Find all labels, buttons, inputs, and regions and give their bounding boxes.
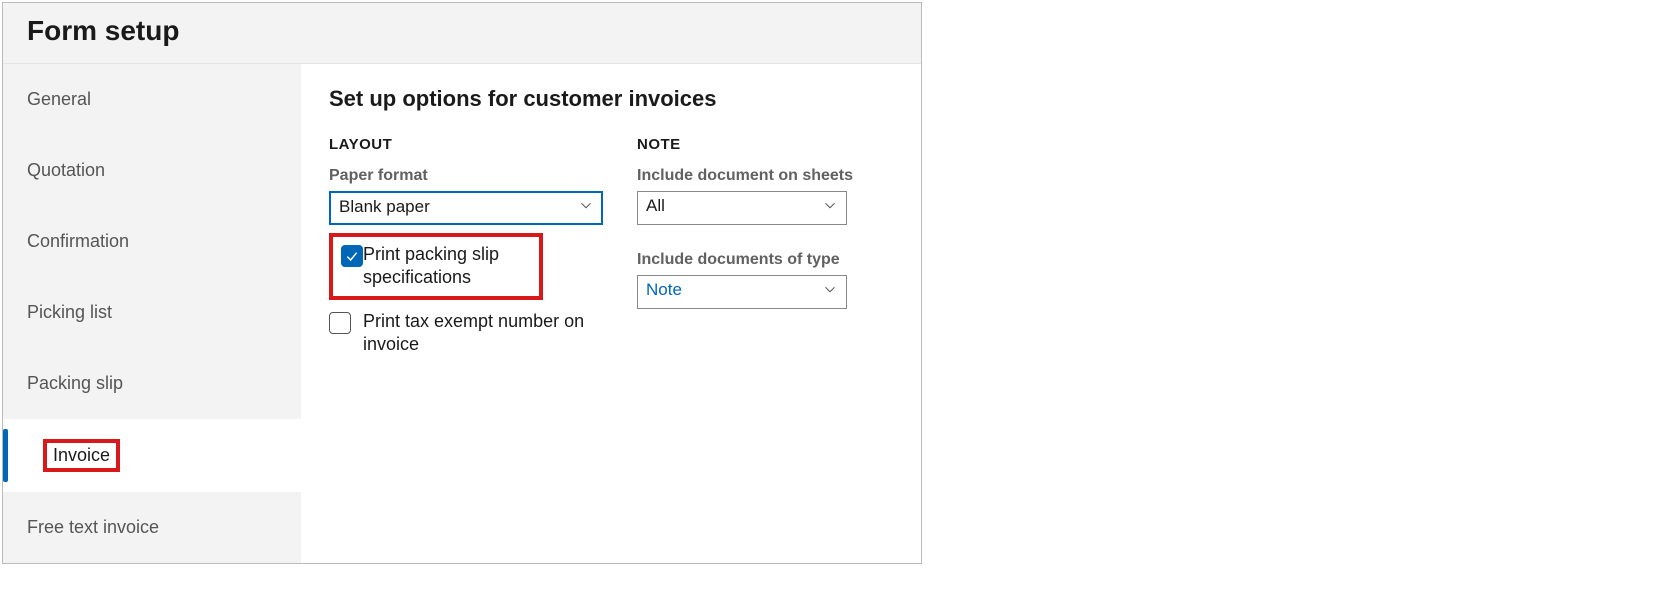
packing-slip-spec-label: Print packing slip specifications bbox=[363, 243, 531, 290]
sidebar-item-packing-slip[interactable]: Packing slip bbox=[3, 348, 301, 419]
sidebar-item-free-text-invoice[interactable]: Free text invoice bbox=[3, 492, 301, 563]
include-sheets-select[interactable]: All bbox=[637, 191, 847, 225]
sidebar-item-label: Packing slip bbox=[27, 373, 123, 393]
include-sheets-value: All bbox=[637, 191, 847, 225]
tax-exempt-label: Print tax exempt number on invoice bbox=[363, 310, 599, 357]
packing-slip-spec-checkbox[interactable] bbox=[341, 245, 363, 267]
note-column: NOTE Include document on sheets All Incl… bbox=[637, 136, 897, 357]
sidebar-item-label: Free text invoice bbox=[27, 517, 159, 537]
include-type-select[interactable]: Note bbox=[637, 275, 847, 309]
paper-format-select[interactable]: Blank paper bbox=[329, 191, 603, 225]
main-heading: Set up options for customer invoices bbox=[329, 86, 897, 112]
sidebar-item-label: Picking list bbox=[27, 302, 112, 322]
layout-column: LAYOUT Paper format Blank paper bbox=[329, 136, 603, 357]
note-section-label: NOTE bbox=[637, 136, 897, 153]
sidebar-item-label: General bbox=[27, 89, 91, 109]
sidebar-item-label: Confirmation bbox=[27, 231, 129, 251]
sidebar-item-invoice[interactable]: Invoice bbox=[3, 419, 301, 492]
paper-format-value: Blank paper bbox=[329, 191, 603, 225]
include-type-label: Include documents of type bbox=[637, 251, 897, 269]
sidebar-item-general[interactable]: General bbox=[3, 64, 301, 135]
sidebar-item-label: Invoice bbox=[43, 439, 120, 472]
sidebar-item-confirmation[interactable]: Confirmation bbox=[3, 206, 301, 277]
paper-format-label: Paper format bbox=[329, 167, 603, 185]
include-sheets-label: Include document on sheets bbox=[637, 167, 897, 185]
sidebar-item-picking-list[interactable]: Picking list bbox=[3, 277, 301, 348]
main-content: Set up options for customer invoices LAY… bbox=[301, 64, 921, 563]
sidebar-item-quotation[interactable]: Quotation bbox=[3, 135, 301, 206]
form-setup-window: Form setup General Quotation Confirmatio… bbox=[2, 2, 922, 564]
page-title: Form setup bbox=[3, 3, 921, 64]
layout-section-label: LAYOUT bbox=[329, 136, 603, 153]
include-type-value: Note bbox=[637, 275, 847, 309]
sidebar-nav: General Quotation Confirmation Picking l… bbox=[3, 64, 301, 563]
tax-exempt-checkbox[interactable] bbox=[329, 312, 351, 334]
packing-slip-spec-checkbox-group: Print packing slip specifications bbox=[329, 233, 543, 300]
sidebar-item-label: Quotation bbox=[27, 160, 105, 180]
